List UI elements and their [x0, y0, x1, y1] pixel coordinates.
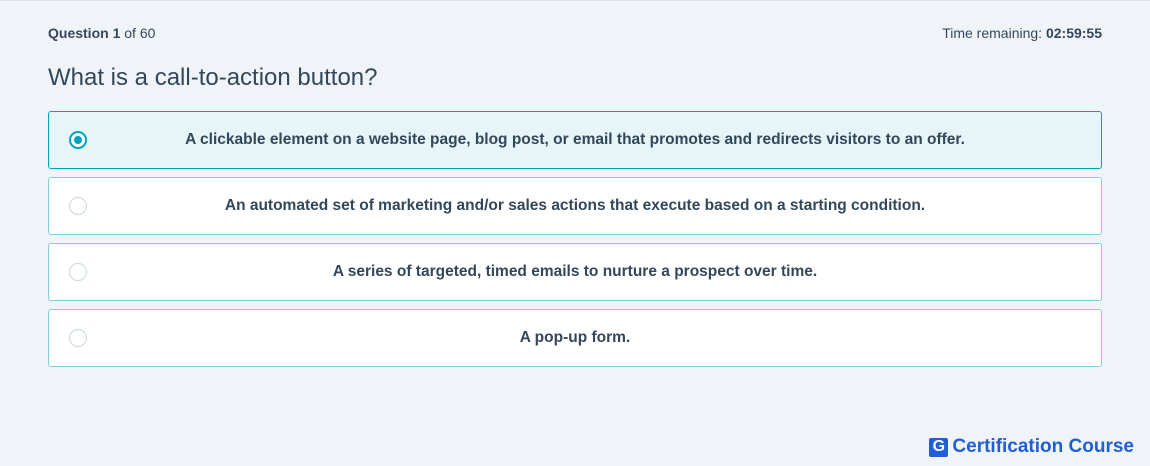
answer-option[interactable]: An automated set of marketing and/or sal… — [48, 177, 1102, 235]
brand-watermark: G Certification Course — [929, 436, 1134, 458]
brand-name: Certification Course — [952, 436, 1134, 457]
answer-option[interactable]: A series of targeted, timed emails to nu… — [48, 243, 1102, 301]
brand-logo-icon: G — [929, 437, 949, 457]
answer-option-text: A series of targeted, timed emails to nu… — [332, 263, 818, 280]
question-text: What is a call-to-action button? — [48, 64, 378, 91]
timer-value: 02:59:55 — [1045, 25, 1102, 41]
question-counter: Question 1 of 60 — [48, 25, 155, 41]
timer: Time remaining: 02:59:55 — [942, 25, 1102, 41]
answer-option-text: A pop-up form. — [519, 329, 631, 346]
question-number: 1 — [112, 25, 121, 41]
answer-option[interactable]: A pop-up form. — [48, 309, 1102, 367]
radio-empty-icon[interactable] — [69, 197, 87, 215]
radio-selected-icon[interactable] — [69, 131, 87, 149]
radio-empty-icon[interactable] — [69, 263, 87, 281]
answer-option-text: A clickable element on a website page, b… — [185, 131, 965, 148]
question-label: Question — [48, 25, 109, 41]
answer-options: A clickable element on a website page, b… — [48, 111, 1102, 375]
question-total: of 60 — [124, 25, 156, 41]
answer-option-text: An automated set of marketing and/or sal… — [224, 197, 926, 214]
radio-empty-icon[interactable] — [69, 329, 87, 347]
quiz-header: Question 1 of 60 Time remaining: 02:59:5… — [48, 25, 1102, 41]
timer-label: Time remaining: — [942, 25, 1043, 41]
answer-option[interactable]: A clickable element on a website page, b… — [48, 111, 1102, 169]
